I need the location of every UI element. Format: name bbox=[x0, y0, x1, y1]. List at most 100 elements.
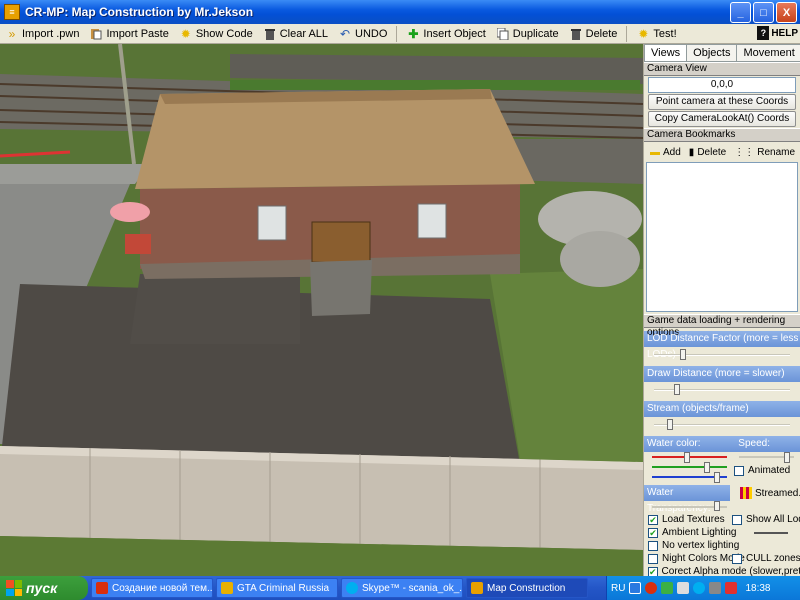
streamed-button[interactable]: Streamed.. bbox=[740, 487, 800, 499]
clear-all-label: Clear ALL bbox=[279, 27, 329, 40]
taskbar-item-gta[interactable]: GTA Criminal Russia bbox=[216, 578, 338, 598]
speed-slider-thumb[interactable] bbox=[784, 452, 790, 463]
volume-icon[interactable] bbox=[677, 582, 690, 594]
ambient-lighting-label: Ambient Lighting bbox=[662, 527, 737, 538]
maximize-button[interactable]: □ bbox=[753, 2, 774, 23]
trash-icon: ▮ bbox=[688, 146, 695, 158]
add-bookmark-button[interactable]: ▬ Add bbox=[650, 147, 681, 158]
delete-label: Delete bbox=[585, 27, 618, 40]
insert-object-button[interactable]: ✚ Insert Object bbox=[401, 25, 490, 43]
opera-icon[interactable] bbox=[645, 582, 658, 594]
show-code-label: Show Code bbox=[195, 27, 253, 40]
no-vertex-lighting-row: No vertex lighting bbox=[644, 539, 800, 552]
blue-slider-thumb[interactable] bbox=[714, 472, 720, 483]
load-textures-checkbox[interactable]: ✔ bbox=[648, 514, 658, 525]
minimize-button[interactable]: _ bbox=[730, 2, 751, 23]
import-pwn-button[interactable]: » Import .pwn bbox=[0, 25, 84, 43]
folder-icon: ▬ bbox=[650, 146, 660, 158]
skype-icon[interactable] bbox=[693, 582, 706, 594]
rename-icon: ⋮⋮ bbox=[734, 146, 755, 158]
start-button[interactable]: пуск bbox=[0, 576, 88, 600]
water-color-header: Water color: Speed: bbox=[644, 436, 800, 452]
import-paste-button[interactable]: Import Paste bbox=[84, 25, 173, 43]
duplicate-button[interactable]: Duplicate bbox=[491, 25, 564, 43]
tab-views[interactable]: Views bbox=[644, 44, 688, 61]
paste-icon bbox=[89, 27, 103, 41]
red-slider-thumb[interactable] bbox=[684, 452, 690, 463]
slider-thumb[interactable] bbox=[673, 384, 680, 395]
help-button[interactable]: ? HELP bbox=[757, 26, 798, 40]
tab-objects[interactable]: Objects bbox=[686, 44, 738, 61]
animated-checkbox[interactable]: Animated bbox=[734, 465, 790, 476]
correct-alpha-label: Corect Alpha mode (slower,prettier) bbox=[661, 566, 800, 576]
window-title: CR-MP: Map Construction by Mr.Jekson bbox=[25, 5, 254, 19]
correct-alpha-row: ✔ Corect Alpha mode (slower,prettier) bbox=[644, 565, 800, 576]
load-textures-label: Load Textures bbox=[662, 514, 725, 525]
draw-distance-slider[interactable] bbox=[644, 382, 800, 398]
green-slider-thumb[interactable] bbox=[704, 462, 710, 473]
slider-thumb[interactable] bbox=[714, 501, 720, 511]
network-icon[interactable] bbox=[661, 582, 674, 594]
copy-camera-lookat-button[interactable]: Copy CameraLookAt() Coords bbox=[648, 111, 796, 127]
night-colors-checkbox[interactable] bbox=[648, 553, 658, 564]
taskbar-item-map-construction[interactable]: Map Construction bbox=[466, 578, 588, 598]
slider-track bbox=[654, 424, 790, 426]
windows-logo-icon bbox=[6, 580, 22, 596]
delete-bookmark-button[interactable]: ▮ Delete bbox=[689, 147, 726, 158]
sun-icon: ✹ bbox=[638, 26, 649, 41]
undo-button[interactable]: ↶ UNDO bbox=[333, 25, 392, 43]
taskbar-item-skype[interactable]: Skype™ - scania_ok_... bbox=[341, 578, 463, 598]
point-camera-button[interactable]: Point camera at these Coords bbox=[648, 94, 796, 110]
water-transparency-label: Water Transparency: bbox=[644, 485, 730, 514]
language-indicator[interactable]: RU bbox=[611, 583, 625, 594]
slider-thumb[interactable] bbox=[680, 349, 686, 360]
monitor-icon[interactable] bbox=[709, 582, 722, 594]
help-icon[interactable] bbox=[629, 582, 642, 594]
lod-distance-slider[interactable] bbox=[644, 347, 800, 363]
app-icon: ≡ bbox=[4, 4, 20, 20]
ambient-slider[interactable] bbox=[754, 531, 788, 534]
side-panel: Views Objects Movement Camera View 0,0,0… bbox=[643, 44, 800, 576]
no-vertex-lighting-checkbox[interactable] bbox=[648, 540, 658, 551]
test-button[interactable]: ✹ Test! bbox=[631, 25, 681, 43]
tab-movement[interactable]: Movement bbox=[736, 44, 800, 61]
title-bar: ≡ CR-MP: Map Construction by Mr.Jekson _… bbox=[0, 0, 800, 24]
camera-view-heading: Camera View bbox=[644, 62, 800, 76]
stream-slider[interactable] bbox=[644, 417, 800, 433]
trash-icon bbox=[569, 27, 583, 41]
taskbar-item-forum[interactable]: Создание новой тем... bbox=[91, 578, 213, 598]
camera-coords-field[interactable]: 0,0,0 bbox=[648, 77, 796, 93]
bookmark-list[interactable] bbox=[646, 162, 798, 312]
delete-button[interactable]: Delete bbox=[564, 25, 623, 43]
delete-bookmark-label: Delete bbox=[697, 146, 727, 158]
rename-bookmark-label: Rename bbox=[757, 146, 796, 158]
show-code-button[interactable]: ✹ Show Code bbox=[174, 25, 258, 43]
show-all-lods-checkbox[interactable]: Show All Lods bbox=[732, 514, 800, 525]
opera-icon bbox=[96, 582, 108, 594]
checkbox-box bbox=[732, 514, 742, 525]
clear-all-button[interactable]: Clear ALL bbox=[258, 25, 333, 43]
help-icon: ? bbox=[757, 26, 770, 40]
lod-distance-label: LOD Distance Factor (more = less LODs) bbox=[644, 331, 800, 360]
window-controls: _ □ X bbox=[730, 2, 797, 23]
slider-track bbox=[654, 354, 790, 356]
night-colors-row: Night Colors Mode CULL zones bbox=[644, 552, 800, 565]
slider-thumb[interactable] bbox=[667, 419, 673, 430]
task-label: Map Construction bbox=[487, 582, 566, 594]
green-slider[interactable] bbox=[652, 466, 727, 468]
correct-alpha-checkbox[interactable]: ✔ bbox=[648, 566, 658, 576]
checkbox-box bbox=[732, 553, 742, 564]
close-button[interactable]: X bbox=[776, 2, 797, 23]
panel-tabs: Views Objects Movement bbox=[644, 44, 800, 62]
cull-zones-checkbox[interactable]: CULL zones bbox=[732, 553, 800, 564]
rename-bookmark-button[interactable]: ⋮⋮ Rename bbox=[734, 147, 795, 158]
render-options: ✔ Load Textures Show All Lods ✔ Ambient … bbox=[644, 513, 800, 576]
antivirus-icon[interactable] bbox=[725, 582, 738, 594]
3d-viewport[interactable] bbox=[0, 44, 643, 576]
help-label: HELP bbox=[771, 27, 798, 39]
ambient-lighting-checkbox[interactable]: ✔ bbox=[648, 527, 658, 538]
draw-distance-label: Draw Distance (more = slower) bbox=[644, 366, 800, 382]
no-vertex-lighting-label: No vertex lighting bbox=[662, 540, 740, 551]
bookmark-toolbar: ▬ Add ▮ Delete ⋮⋮ Rename bbox=[644, 142, 800, 162]
test-label: Test! bbox=[653, 27, 677, 40]
